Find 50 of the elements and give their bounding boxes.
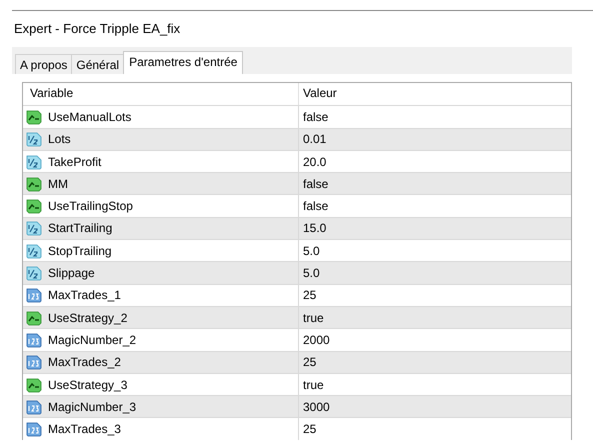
variable-name: Lots bbox=[48, 132, 71, 146]
variable-name: StartTrailing bbox=[48, 221, 112, 236]
value-cell[interactable]: 25 bbox=[303, 355, 316, 370]
variable-name: MagicNumber_3 bbox=[48, 400, 136, 414]
number-icon bbox=[26, 354, 42, 370]
value-cell[interactable]: true bbox=[303, 310, 324, 325]
tab[interactable]: A propos bbox=[15, 54, 72, 74]
column-header[interactable]: Valeur bbox=[298, 83, 571, 106]
variable-name: MaxTrades_2 bbox=[48, 355, 121, 370]
variable-name: UseManualLots bbox=[48, 110, 132, 124]
value-cell[interactable]: 0.01 bbox=[303, 132, 326, 146]
value-cell[interactable]: 5.0 bbox=[303, 266, 320, 280]
value-cell[interactable]: 2000 bbox=[303, 332, 330, 347]
variable-name: MM bbox=[48, 176, 68, 191]
fraction-icon bbox=[26, 131, 42, 148]
window-title: Expert - Force Tripple EA_fix bbox=[14, 20, 182, 38]
fraction-icon bbox=[26, 220, 42, 236]
variable-name: StopTrailing bbox=[48, 244, 112, 258]
value-cell[interactable]: 20.0 bbox=[303, 154, 326, 169]
variable-name: UseStrategy_3 bbox=[48, 378, 128, 392]
value-cell[interactable]: true bbox=[303, 378, 324, 392]
variable-name: UseStrategy_2 bbox=[48, 310, 128, 325]
variable-name: MagicNumber_2 bbox=[48, 332, 136, 347]
toggle-icon bbox=[26, 108, 42, 125]
value-cell[interactable]: 3000 bbox=[303, 400, 330, 414]
variable-name: MaxTrades_1 bbox=[48, 288, 121, 302]
toggle-icon bbox=[26, 376, 42, 392]
value-cell[interactable]: 25 bbox=[303, 422, 316, 436]
number-icon bbox=[26, 398, 42, 415]
value-cell[interactable]: false bbox=[303, 199, 328, 214]
value-cell[interactable]: 5.0 bbox=[303, 244, 320, 258]
fraction-icon bbox=[26, 242, 42, 259]
variable-name: UseTrailingStop bbox=[48, 199, 133, 214]
value-cell[interactable]: false bbox=[303, 110, 328, 124]
value-cell[interactable]: false bbox=[303, 176, 328, 191]
fraction-icon bbox=[26, 154, 42, 170]
number-icon bbox=[26, 287, 42, 304]
toggle-icon bbox=[26, 310, 42, 326]
column-header[interactable]: Variable bbox=[23, 83, 298, 106]
number-icon bbox=[26, 332, 42, 348]
variable-name: MaxTrades_3 bbox=[48, 422, 121, 436]
variable-name: TakeProfit bbox=[48, 154, 102, 169]
number-icon bbox=[26, 421, 42, 438]
toggle-icon bbox=[26, 176, 42, 192]
toggle-icon bbox=[26, 198, 42, 214]
value-cell[interactable]: 15.0 bbox=[303, 221, 326, 236]
variable-name: Slippage bbox=[48, 266, 95, 280]
fraction-icon bbox=[26, 265, 42, 282]
tab[interactable]: Parametres d'entrée bbox=[123, 51, 244, 74]
value-cell[interactable]: 25 bbox=[303, 288, 316, 302]
